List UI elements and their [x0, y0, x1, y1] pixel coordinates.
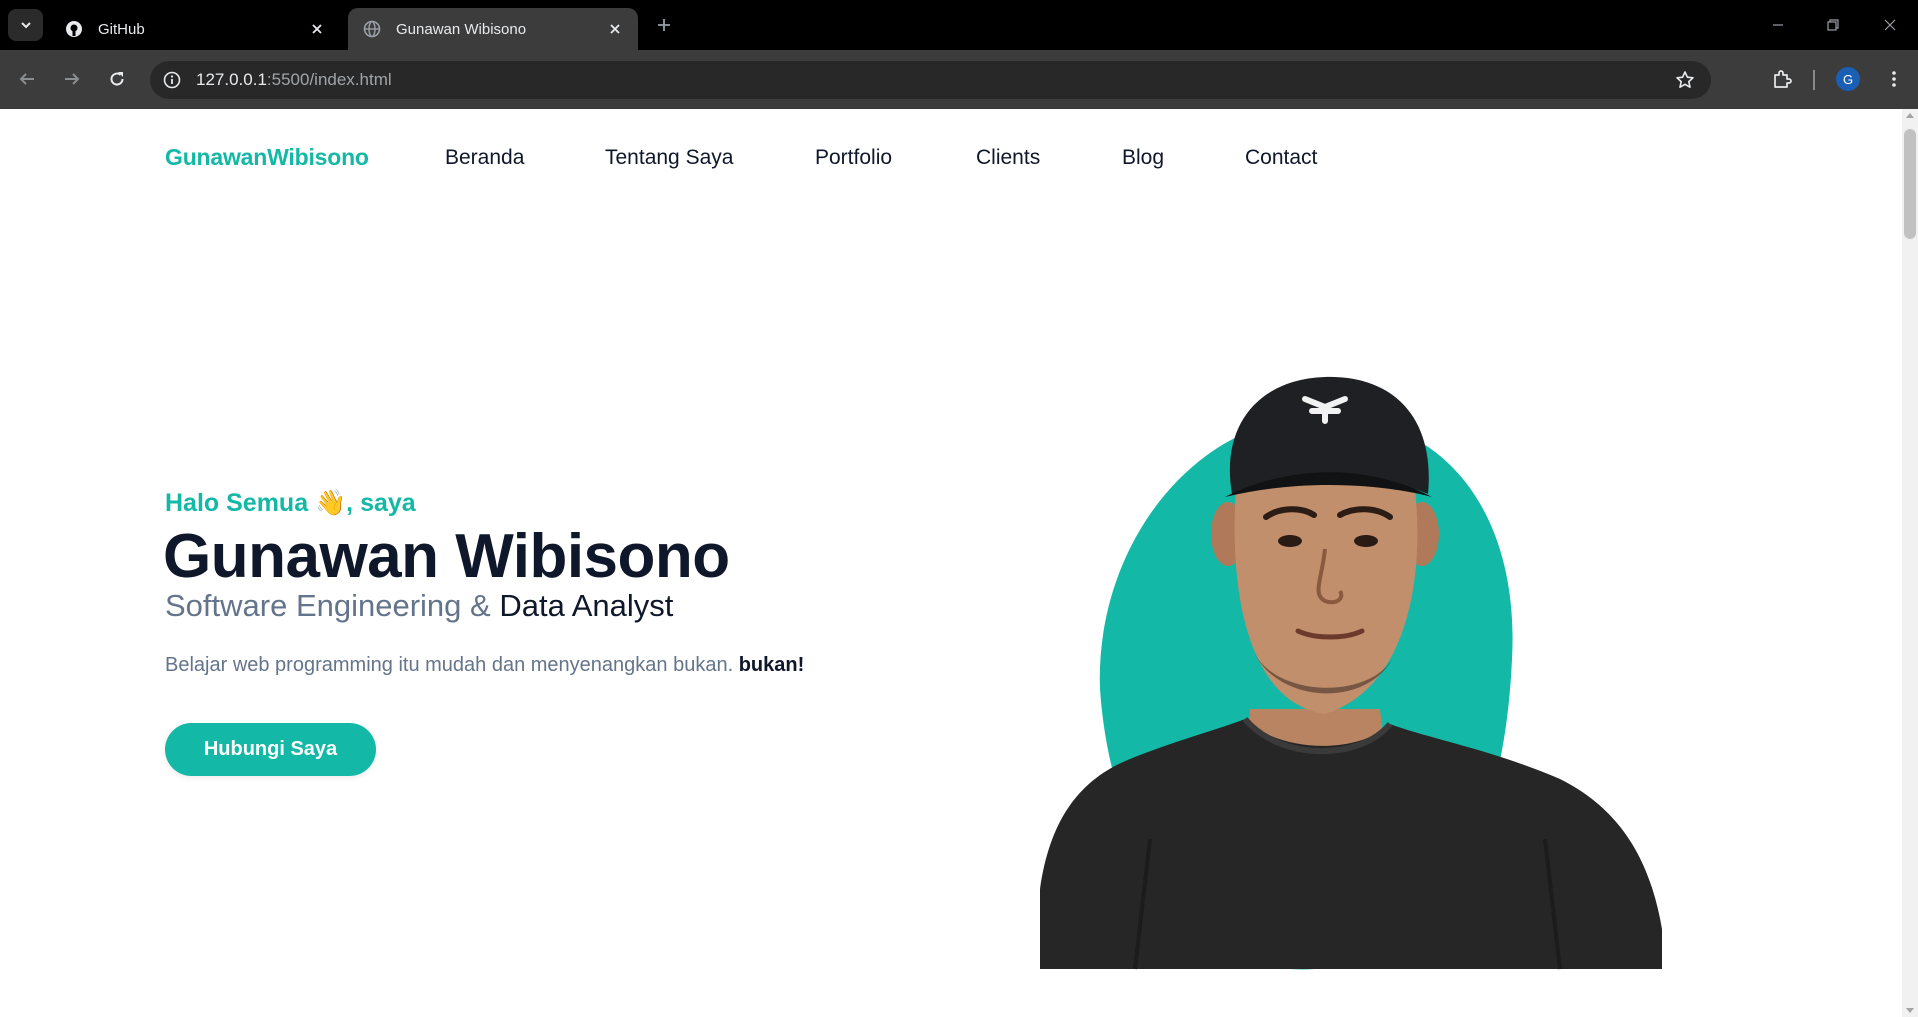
tab-title: GitHub	[98, 20, 145, 38]
nav-beranda[interactable]: Beranda	[445, 146, 524, 170]
hero-subtitle-highlight: Data Analyst	[499, 588, 674, 623]
bookmark-star-icon[interactable]	[1673, 68, 1697, 92]
reload-button[interactable]	[102, 64, 132, 94]
page-scrollbar[interactable]	[1902, 109, 1918, 1017]
browser-menu-button[interactable]	[1879, 64, 1909, 94]
puzzle-icon	[1774, 70, 1792, 88]
url-host: 127.0.0.1	[196, 70, 267, 89]
profile-avatar[interactable]: G	[1836, 67, 1860, 91]
new-tab-button[interactable]	[652, 13, 676, 37]
tab-gunawan-wibisono[interactable]: Gunawan Wibisono	[348, 8, 638, 50]
back-button[interactable]	[12, 64, 42, 94]
hero-subtitle: Software Engineering & Data Analyst	[165, 588, 673, 624]
url-path: :5500/index.html	[266, 70, 392, 89]
browser-toolbar: 127.0.0.1:5500/index.html G	[0, 50, 1918, 109]
contact-me-button[interactable]: Hubungi Saya	[165, 723, 376, 776]
restore-button[interactable]	[1818, 10, 1848, 40]
tab-title: Gunawan Wibisono	[396, 20, 527, 38]
nav-portfolio[interactable]: Portfolio	[815, 146, 892, 170]
tab-search-button[interactable]	[8, 9, 43, 41]
kebab-menu-icon	[1892, 71, 1896, 87]
close-icon	[1884, 19, 1896, 31]
chevron-down-icon	[20, 22, 31, 29]
address-bar[interactable]: 127.0.0.1:5500/index.html	[150, 61, 1711, 99]
page-viewport: GunawanWibisono Beranda Tentang Saya Por…	[0, 109, 1918, 1017]
tab-github[interactable]: GitHub	[50, 8, 340, 50]
extensions-button[interactable]	[1767, 64, 1797, 94]
nav-blog[interactable]: Blog	[1122, 146, 1164, 170]
reload-icon	[110, 72, 124, 86]
nav-tentang-saya[interactable]: Tentang Saya	[605, 146, 733, 170]
nav-clients[interactable]: Clients	[976, 146, 1040, 170]
plus-icon	[658, 19, 670, 31]
arrow-right-icon	[65, 73, 80, 85]
scroll-down-arrow-icon[interactable]	[1906, 1008, 1914, 1013]
restore-icon	[1827, 19, 1839, 31]
arrow-left-icon	[19, 73, 34, 85]
nav-contact[interactable]: Contact	[1245, 146, 1317, 170]
site-logo[interactable]: GunawanWibisono	[165, 144, 369, 171]
scroll-up-arrow-icon[interactable]	[1906, 113, 1914, 118]
minimize-icon	[1773, 24, 1783, 26]
window-close-button[interactable]	[1875, 10, 1905, 40]
scroll-thumb[interactable]	[1904, 129, 1916, 239]
toolbar-divider	[1813, 70, 1815, 90]
minimize-button[interactable]	[1763, 10, 1793, 40]
globe-icon	[362, 19, 382, 39]
hero-subtitle-role: Software Engineering &	[165, 588, 491, 623]
hero-description: Belajar web programming itu mudah dan me…	[165, 654, 804, 677]
hero-description-bold: bukan!	[738, 654, 805, 676]
close-icon[interactable]	[308, 20, 326, 38]
github-icon	[64, 19, 84, 39]
profile-photo	[1040, 376, 1662, 970]
browser-tabstrip: GitHub Gunawan Wibisono	[0, 0, 1918, 50]
url-text: 127.0.0.1:5500/index.html	[196, 70, 392, 90]
site-info-icon[interactable]	[160, 68, 184, 92]
forward-button[interactable]	[57, 64, 87, 94]
close-icon[interactable]	[606, 20, 624, 38]
hero-description-text: Belajar web programming itu mudah dan me…	[165, 654, 734, 676]
hero-name: Gunawan Wibisono	[163, 522, 730, 591]
hero-greeting: Halo Semua 👋, saya	[165, 489, 416, 517]
